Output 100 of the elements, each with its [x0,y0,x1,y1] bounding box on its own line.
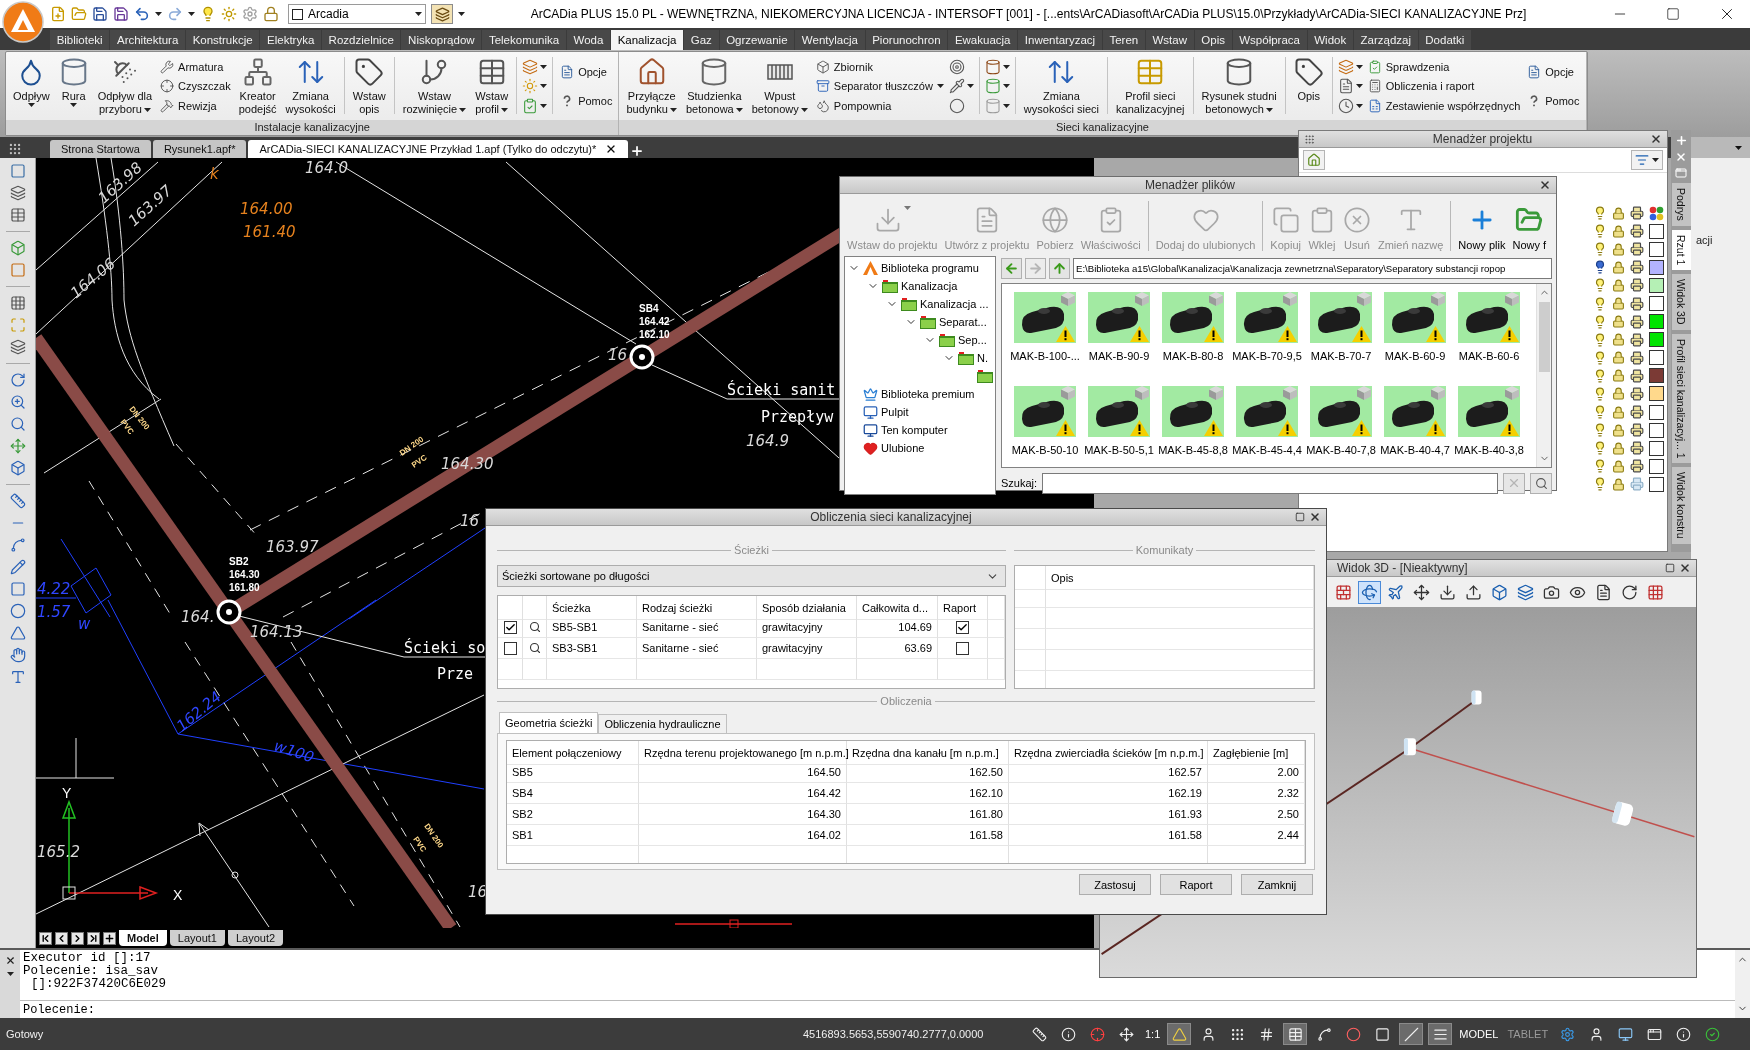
caret-icon[interactable] [735,107,743,112]
lightbulb-icon[interactable] [1593,278,1607,293]
menu-tab[interactable]: Ogrzewanie [719,30,795,50]
caret-icon[interactable] [540,104,548,109]
gear-icon[interactable] [242,6,258,22]
search-icon[interactable] [528,621,541,633]
menu-tab[interactable]: Piorunochron [865,30,948,50]
tree-item[interactable]: Sep... [845,331,995,349]
ribbon-small-button[interactable]: Pompownia [813,98,946,115]
lightbulb-icon[interactable] [1593,242,1607,257]
caret-icon[interactable] [459,107,467,112]
hand-icon[interactable] [9,647,26,663]
color-swatch-icon[interactable] [1649,223,1664,239]
ribbon-small-button[interactable]: Separator tłuszczów [813,78,946,95]
document-icon[interactable] [1337,78,1354,95]
lightbulb-icon[interactable] [1593,368,1607,383]
next-button[interactable] [71,931,84,945]
scrollbar-thumb[interactable] [1538,302,1550,372]
layers-icon[interactable] [9,339,26,355]
menu-tab[interactable]: Architektura [110,30,185,50]
new-file-icon[interactable] [50,6,66,22]
lock-icon[interactable] [1612,242,1625,256]
ribbon-button[interactable]: Studzienka betonowa [683,55,746,120]
target-icon[interactable] [948,58,965,75]
lock-icon[interactable] [1612,369,1625,383]
ribbon-small-button[interactable]: Zbiornik [813,58,946,75]
printer-icon[interactable] [1630,278,1644,293]
caret-icon[interactable] [458,12,465,16]
dialog-button[interactable]: Zastosuj [1079,874,1151,895]
printer-icon[interactable] [1630,206,1644,221]
tree-item[interactable]: Biblioteka premium [845,385,995,403]
printer-icon[interactable] [1630,350,1644,365]
lock-icon[interactable] [1612,477,1625,491]
printer-icon[interactable] [1630,387,1644,401]
maximize-icon[interactable] [1665,563,1675,573]
close-icon[interactable] [1650,133,1662,145]
tree-item[interactable]: Kanalizacja [845,277,995,295]
caret-icon[interactable] [1735,145,1742,150]
printer-icon[interactable] [1630,314,1644,329]
report-checkbox[interactable] [956,641,969,655]
folder-open-icon[interactable] [71,6,87,22]
tank-thumbnail[interactable] [1236,386,1298,437]
caret-icon[interactable] [143,107,151,112]
color-swatch-icon[interactable] [1649,368,1664,384]
clipboard-check-icon[interactable] [522,98,539,115]
tree-item[interactable]: Ulubione [845,439,995,457]
tree-item[interactable]: N. [845,349,995,367]
cylinder-icon[interactable] [984,58,1001,75]
lightbulb-icon[interactable] [1593,387,1607,401]
grip-icon[interactable] [1304,133,1315,145]
color-swatch-icon[interactable] [1649,332,1664,348]
tab[interactable]: Obliczenia hydrauliczne [598,714,727,733]
color-swatch-icon[interactable] [1649,458,1664,474]
ribbon-small-button[interactable]: Obliczenia i raport [1365,78,1523,95]
lightbulb-icon[interactable] [1593,350,1607,365]
search-field[interactable] [1042,472,1498,494]
menu-tab[interactable]: Wentylacja [795,30,865,50]
printer-icon[interactable] [1630,459,1644,474]
ribbon-button[interactable]: Profil sieci kanalizacyjnej [1113,55,1188,120]
document-tab[interactable]: Strona Startowa [50,140,151,158]
checkbox[interactable] [503,641,517,655]
lines-icon[interactable] [1428,1023,1453,1045]
dialog-button[interactable]: Raport [1160,874,1232,895]
color-swatch-icon[interactable] [1649,314,1664,330]
zoom-in-icon[interactable] [9,394,26,410]
grip-icon[interactable] [8,142,22,156]
menu-tab[interactable]: Telekomunika [482,30,566,50]
tree-item[interactable]: Kanalizacja ... [845,295,995,313]
previous-button[interactable] [55,931,68,945]
ribbon-button[interactable]: Odpływ dla przyboru [94,55,156,120]
color-swatch-icon[interactable] [1649,404,1664,420]
close-icon[interactable] [1539,179,1551,191]
ribbon-button[interactable]: Wpust betonowy [748,55,811,120]
clock-icon[interactable] [1337,98,1354,115]
caret-icon[interactable] [6,972,14,976]
tank-thumbnail[interactable] [1458,292,1520,343]
toolbar-button[interactable]: Nowy plik [1455,206,1509,251]
lightbulb-icon[interactable] [1593,206,1607,221]
save-icon[interactable] [92,6,108,22]
ribbon-small-button[interactable]: Zestawienie współrzędnych [1365,98,1523,115]
all-colors-icon[interactable] [1649,205,1664,221]
ribbon-small-button[interactable]: Opcje [558,63,615,80]
ring-icon[interactable] [948,98,965,115]
lock-icon[interactable] [1612,441,1625,455]
ribbon-button[interactable]: Wstaw rozwinięcie [399,55,470,120]
caret-icon[interactable] [1002,104,1010,109]
menu-tab[interactable]: Kanalizacja [611,30,684,50]
caret-icon[interactable] [415,12,422,16]
search-button[interactable] [1530,472,1552,494]
tree-item[interactable]: Ten komputer [845,421,995,439]
last-button[interactable] [87,931,100,945]
close-icon[interactable] [1309,511,1321,523]
menu-tab[interactable]: Inwentaryzacj [1018,30,1102,50]
sun-icon[interactable] [221,6,237,22]
caret-icon[interactable] [155,12,162,16]
mode-toggle[interactable]: MODEL [1457,1028,1501,1040]
undo-icon[interactable] [134,6,150,22]
layer-combobox[interactable]: Arcadia [288,4,426,24]
caret-icon[interactable] [1002,84,1010,89]
document-tab[interactable]: Rysunek1.apf* [152,140,247,158]
